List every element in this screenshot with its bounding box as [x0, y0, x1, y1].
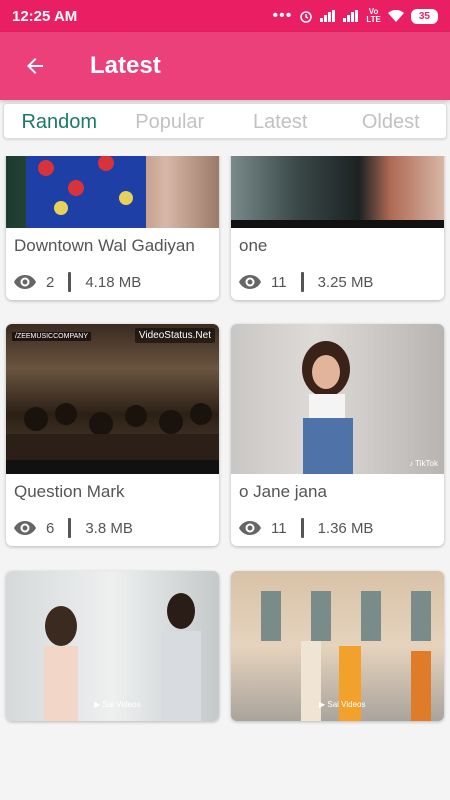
arrow-left-icon — [27, 58, 43, 74]
video-title: Downtown Wal Gadiyan — [14, 236, 195, 255]
wifi-icon — [387, 9, 404, 22]
video-meta: 11 3.25 MB — [231, 264, 444, 300]
file-size: 4.18 MB — [85, 273, 142, 291]
video-card[interactable]: ▶ Sai Videos — [6, 571, 219, 721]
battery-icon: 35 — [410, 8, 438, 24]
watermark: ▶ Sai Videos — [319, 700, 366, 709]
video-meta: 2 4.18 MB — [6, 264, 219, 300]
tab-random[interactable]: Random — [4, 104, 115, 138]
video-card[interactable]: one 11 3.25 MB — [231, 156, 444, 300]
video-meta: 11 1.36 MB — [231, 510, 444, 546]
video-thumbnail: ▶ Sai Videos — [231, 571, 444, 721]
status-time: 12:25 AM — [12, 7, 78, 25]
file-size: 3.8 MB — [85, 519, 133, 537]
file-size: 1.36 MB — [317, 519, 374, 537]
more-dots-icon: ••• — [272, 7, 293, 24]
tab-oldest[interactable]: Oldest — [336, 104, 447, 138]
status-bar: 12:25 AM ••• Vo LTE 35 — [0, 0, 450, 32]
video-thumbnail: ▶ Sai Videos — [6, 571, 219, 721]
tab-latest[interactable]: Latest — [225, 104, 336, 138]
view-count: 2 — [46, 273, 55, 291]
page-title: Latest — [90, 52, 161, 79]
video-thumbnail — [231, 156, 444, 228]
video-card[interactable]: Downtown Wal Gadiyan 2 4.18 MB — [6, 156, 219, 300]
signal-icon-1 — [320, 10, 336, 22]
view-count: 11 — [271, 519, 287, 537]
watermark-label: /ZEEMUSICCOMPANY — [12, 332, 91, 341]
file-size: 3.25 MB — [317, 273, 374, 291]
video-meta: 6 3.8 MB — [6, 510, 219, 546]
divider — [300, 272, 304, 292]
watermark: ♪ TikTok — [409, 459, 438, 468]
video-title: Question Mark — [14, 482, 125, 501]
eye-icon — [239, 521, 261, 535]
divider — [68, 518, 72, 538]
video-grid: Downtown Wal Gadiyan 2 4.18 MB one 11 3.… — [0, 156, 450, 726]
eye-icon — [239, 275, 261, 289]
divider — [300, 518, 304, 538]
tab-popular[interactable]: Popular — [115, 104, 226, 138]
eye-icon — [14, 521, 36, 535]
divider — [68, 272, 72, 292]
sort-tabs: Random Popular Latest Oldest — [3, 103, 447, 139]
alarm-icon — [300, 11, 313, 23]
watermark: ▶ Sai Videos — [94, 700, 141, 709]
watermark: VideoStatus.Net — [134, 328, 215, 343]
video-thumbnail: VideoStatus.Net /ZEEMUSICCOMPANY — [6, 324, 219, 474]
video-title: o Jane jana — [239, 482, 327, 501]
video-title: one — [239, 236, 268, 255]
video-card[interactable]: ▶ Sai Videos — [231, 571, 444, 721]
view-count: 11 — [271, 273, 287, 291]
volte-icon: Vo LTE — [366, 7, 381, 24]
video-thumbnail — [6, 156, 219, 228]
app-bar: Latest — [0, 32, 450, 100]
back-button[interactable] — [0, 32, 70, 100]
video-card[interactable]: VideoStatus.Net /ZEEMUSICCOMPANY Questio… — [6, 324, 219, 546]
eye-icon — [14, 275, 36, 289]
view-count: 6 — [46, 519, 55, 537]
video-card[interactable]: ♪ TikTok o Jane jana 11 1.36 MB — [231, 324, 444, 546]
video-thumbnail: ♪ TikTok — [231, 324, 444, 474]
signal-icon-2 — [343, 10, 359, 22]
